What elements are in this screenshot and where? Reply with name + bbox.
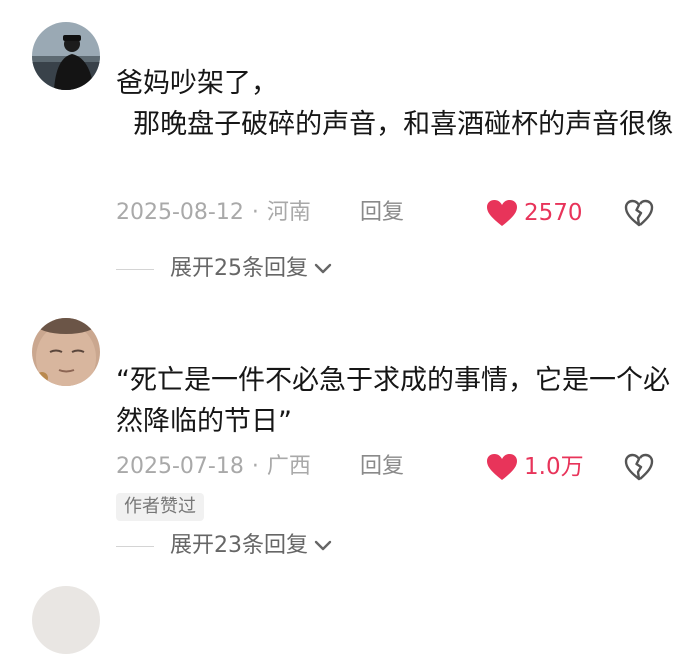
heart-filled-icon [487,200,517,226]
reply-button[interactable]: 回复 [360,198,404,228]
expand-replies-label: 展开25条回复 [170,256,308,281]
author-liked-badge: 作者赞过 [116,493,204,521]
broken-heart-icon[interactable] [624,199,654,227]
comment-text: 爸妈吵架了， 那晚盘子破碎的声音，和喜酒碰杯的声音很像 [116,68,674,140]
avatar[interactable] [32,22,100,90]
chevron-down-icon [314,263,332,274]
like-button[interactable]: 2570 [486,198,583,228]
expand-replies-button[interactable]: 展开25条回复 [116,254,332,284]
meta-separator: · [251,200,259,225]
comment-date: 2025-08-12 [116,200,244,225]
divider-line [116,545,154,547]
comment-date: 2025-07-18 [116,454,244,479]
avatar[interactable] [32,586,100,654]
meta-separator: · [251,454,259,479]
expand-replies-button[interactable]: 展开23条回复 [116,531,332,561]
like-button[interactable]: 1.0万 [486,452,584,482]
comment-location: 广西 [266,454,311,479]
like-count: 1.0万 [524,454,584,480]
reply-button[interactable]: 回复 [360,452,404,482]
comment-text: “死亡是一件不必急于求成的事情，它是一个必然降临的节日” [116,365,670,437]
heart-filled-icon [487,454,517,480]
comment-meta: 2025-08-12 · 河南 [116,198,311,228]
expand-replies-label: 展开23条回复 [170,533,308,558]
comment-location: 河南 [266,200,311,225]
comment-meta: 2025-07-18 · 广西 [116,452,311,482]
avatar[interactable] [32,318,100,386]
chevron-down-icon [314,540,332,551]
broken-heart-icon[interactable] [624,453,654,481]
like-count: 2570 [524,200,583,226]
divider-line [116,268,154,270]
